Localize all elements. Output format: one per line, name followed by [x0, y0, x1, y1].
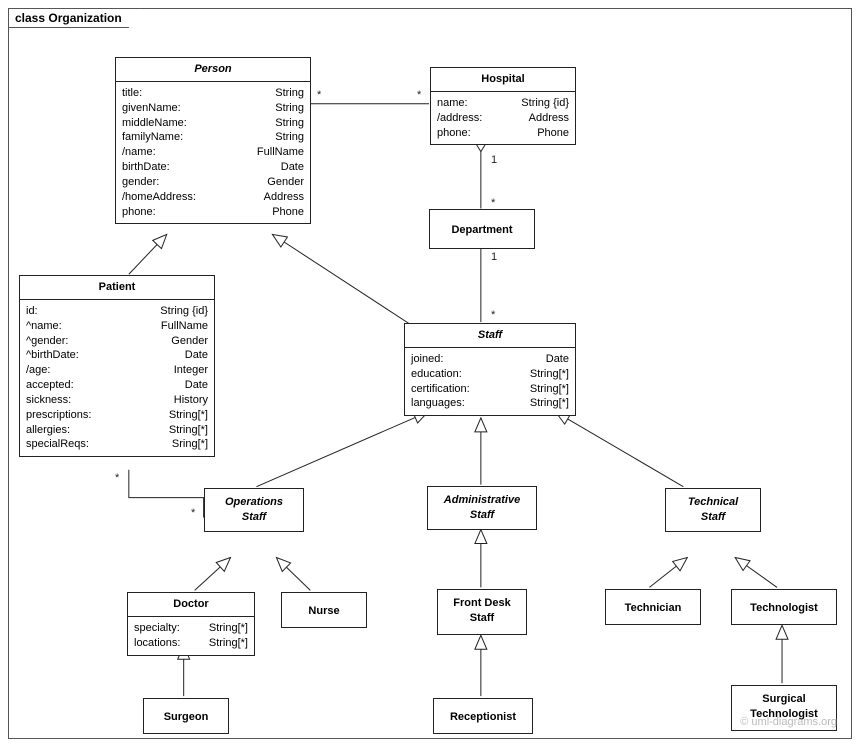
class-staff: Staff joined:Date education:String[*] ce…: [404, 323, 576, 416]
class-title: Technologist: [732, 590, 836, 626]
class-body: specialty:String[*] locations:String[*]: [128, 617, 254, 655]
class-technical-staff: Technical Staff: [665, 488, 761, 532]
multiplicity: 1: [491, 251, 497, 263]
class-body: title:String givenName:String middleName…: [116, 82, 310, 224]
class-receptionist: Receptionist: [433, 698, 533, 734]
class-title: Nurse: [282, 593, 366, 629]
class-technologist: Technologist: [731, 589, 837, 625]
class-title: Department: [430, 210, 534, 250]
class-title: Technician: [606, 590, 700, 626]
multiplicity: *: [417, 89, 421, 101]
class-surgeon: Surgeon: [143, 698, 229, 734]
class-title: Person: [116, 58, 310, 82]
package-title: class Organization: [8, 8, 141, 28]
class-title: Operations Staff: [205, 489, 303, 531]
multiplicity: *: [317, 89, 321, 101]
class-patient: Patient id:String {id} ^name:FullName ^g…: [19, 275, 215, 457]
class-title: Surgeon: [144, 699, 228, 735]
class-title: Receptionist: [434, 699, 532, 735]
class-title: Doctor: [128, 593, 254, 617]
class-nurse: Nurse: [281, 592, 367, 628]
multiplicity: 1: [491, 154, 497, 166]
class-person: Person title:String givenName:String mid…: [115, 57, 311, 224]
class-title: Staff: [405, 324, 575, 348]
multiplicity: *: [191, 507, 195, 519]
class-hospital: Hospital name:String {id} /address:Addre…: [430, 67, 576, 145]
class-title: Front Desk Staff: [438, 590, 526, 632]
class-title: Patient: [20, 276, 214, 300]
class-title: Technical Staff: [666, 489, 760, 531]
class-title: Hospital: [431, 68, 575, 92]
class-administrative-staff: Administrative Staff: [427, 486, 537, 530]
class-operations-staff: Operations Staff: [204, 488, 304, 532]
multiplicity: *: [115, 472, 119, 484]
watermark: © uml-diagrams.org: [740, 716, 837, 728]
multiplicity: *: [491, 309, 495, 321]
multiplicity: *: [491, 197, 495, 209]
class-body: name:String {id} /address:Address phone:…: [431, 92, 575, 145]
class-body: id:String {id} ^name:FullName ^gender:Ge…: [20, 300, 214, 456]
class-technician: Technician: [605, 589, 701, 625]
class-front-desk-staff: Front Desk Staff: [437, 589, 527, 635]
class-title: Administrative Staff: [428, 487, 536, 529]
class-body: joined:Date education:String[*] certific…: [405, 348, 575, 415]
class-department: Department: [429, 209, 535, 249]
class-doctor: Doctor specialty:String[*] locations:Str…: [127, 592, 255, 656]
package-organization: class Organization: [8, 8, 852, 739]
